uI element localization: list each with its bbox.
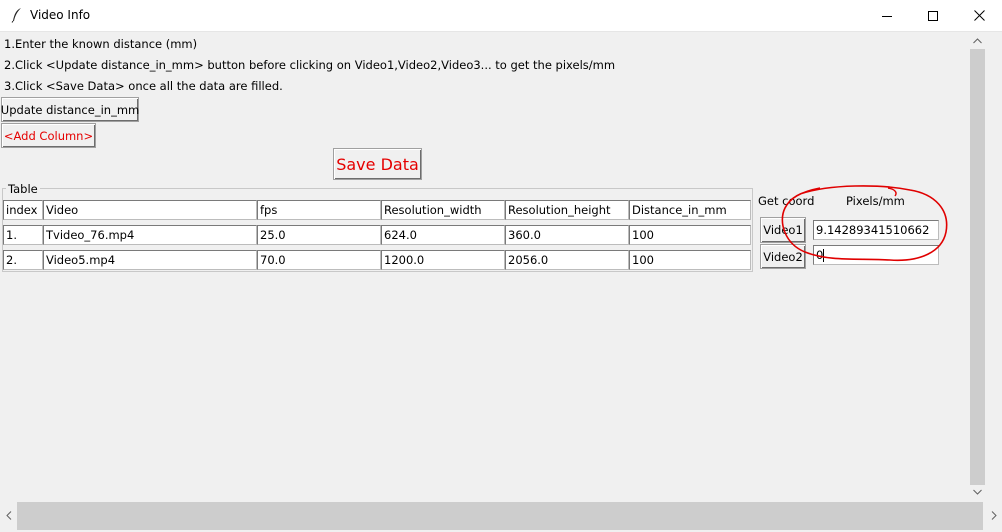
table-cell-index[interactable]: 1. bbox=[3, 225, 43, 245]
scroll-up-arrow-icon[interactable] bbox=[969, 32, 986, 49]
table-header-resolution-height[interactable]: Resolution_height bbox=[505, 200, 629, 220]
table-cell-resolution-width[interactable]: 1200.0 bbox=[381, 250, 505, 270]
instruction-2: 2.Click <Update distance_in_mm> button b… bbox=[4, 58, 616, 72]
minimize-button[interactable] bbox=[864, 0, 910, 31]
save-data-button[interactable]: Save Data bbox=[333, 148, 422, 180]
close-button[interactable] bbox=[956, 0, 1002, 31]
vertical-scrollbar[interactable] bbox=[969, 32, 986, 500]
table-cell-video[interactable]: Tvideo_76.mp4 bbox=[43, 225, 257, 245]
table-cell-video[interactable]: Video5.mp4 bbox=[43, 250, 257, 270]
table-cell-resolution-height[interactable]: 2056.0 bbox=[505, 250, 629, 270]
add-column-button[interactable]: <Add Column> bbox=[1, 123, 96, 148]
update-distance-button[interactable]: Update distance_in_mm bbox=[1, 97, 139, 122]
window-title: Video Info bbox=[30, 8, 91, 22]
maximize-button[interactable] bbox=[910, 0, 956, 31]
table-cell-fps[interactable]: 25.0 bbox=[257, 225, 381, 245]
minimize-icon bbox=[882, 15, 892, 17]
table-cell-index[interactable]: 2. bbox=[3, 250, 43, 270]
title-bar: Video Info bbox=[0, 0, 1002, 32]
table-cell-resolution-height[interactable]: 360.0 bbox=[505, 225, 629, 245]
instruction-1: 1.Enter the known distance (mm) bbox=[4, 37, 198, 51]
table-cell-distance[interactable]: 100 bbox=[629, 250, 751, 270]
instruction-3: 3.Click <Save Data> once all the data ar… bbox=[4, 79, 283, 93]
table-cell-resolution-width[interactable]: 624.0 bbox=[381, 225, 505, 245]
maximize-icon bbox=[928, 10, 938, 21]
annotation-circle bbox=[781, 185, 948, 262]
horizontal-scrollbar[interactable] bbox=[0, 500, 1002, 532]
table-cell-fps[interactable]: 70.0 bbox=[257, 250, 381, 270]
table-frame-label: Table bbox=[6, 182, 40, 196]
table-header-distance[interactable]: Distance_in_mm bbox=[629, 200, 751, 220]
table-header-video[interactable]: Video bbox=[43, 200, 257, 220]
feather-icon bbox=[11, 8, 21, 23]
close-icon bbox=[973, 10, 985, 21]
table-header-index[interactable]: index bbox=[3, 200, 43, 220]
table-header-resolution-width[interactable]: Resolution_width bbox=[381, 200, 505, 220]
table-cell-distance[interactable]: 100 bbox=[629, 225, 751, 245]
table-header-fps[interactable]: fps bbox=[257, 200, 381, 220]
vertical-scroll-thumb[interactable] bbox=[970, 49, 985, 485]
scroll-right-arrow-icon[interactable] bbox=[985, 507, 1002, 524]
scroll-down-arrow-icon[interactable] bbox=[969, 483, 986, 500]
scroll-left-arrow-icon[interactable] bbox=[0, 507, 17, 524]
horizontal-scroll-thumb[interactable] bbox=[17, 502, 983, 530]
